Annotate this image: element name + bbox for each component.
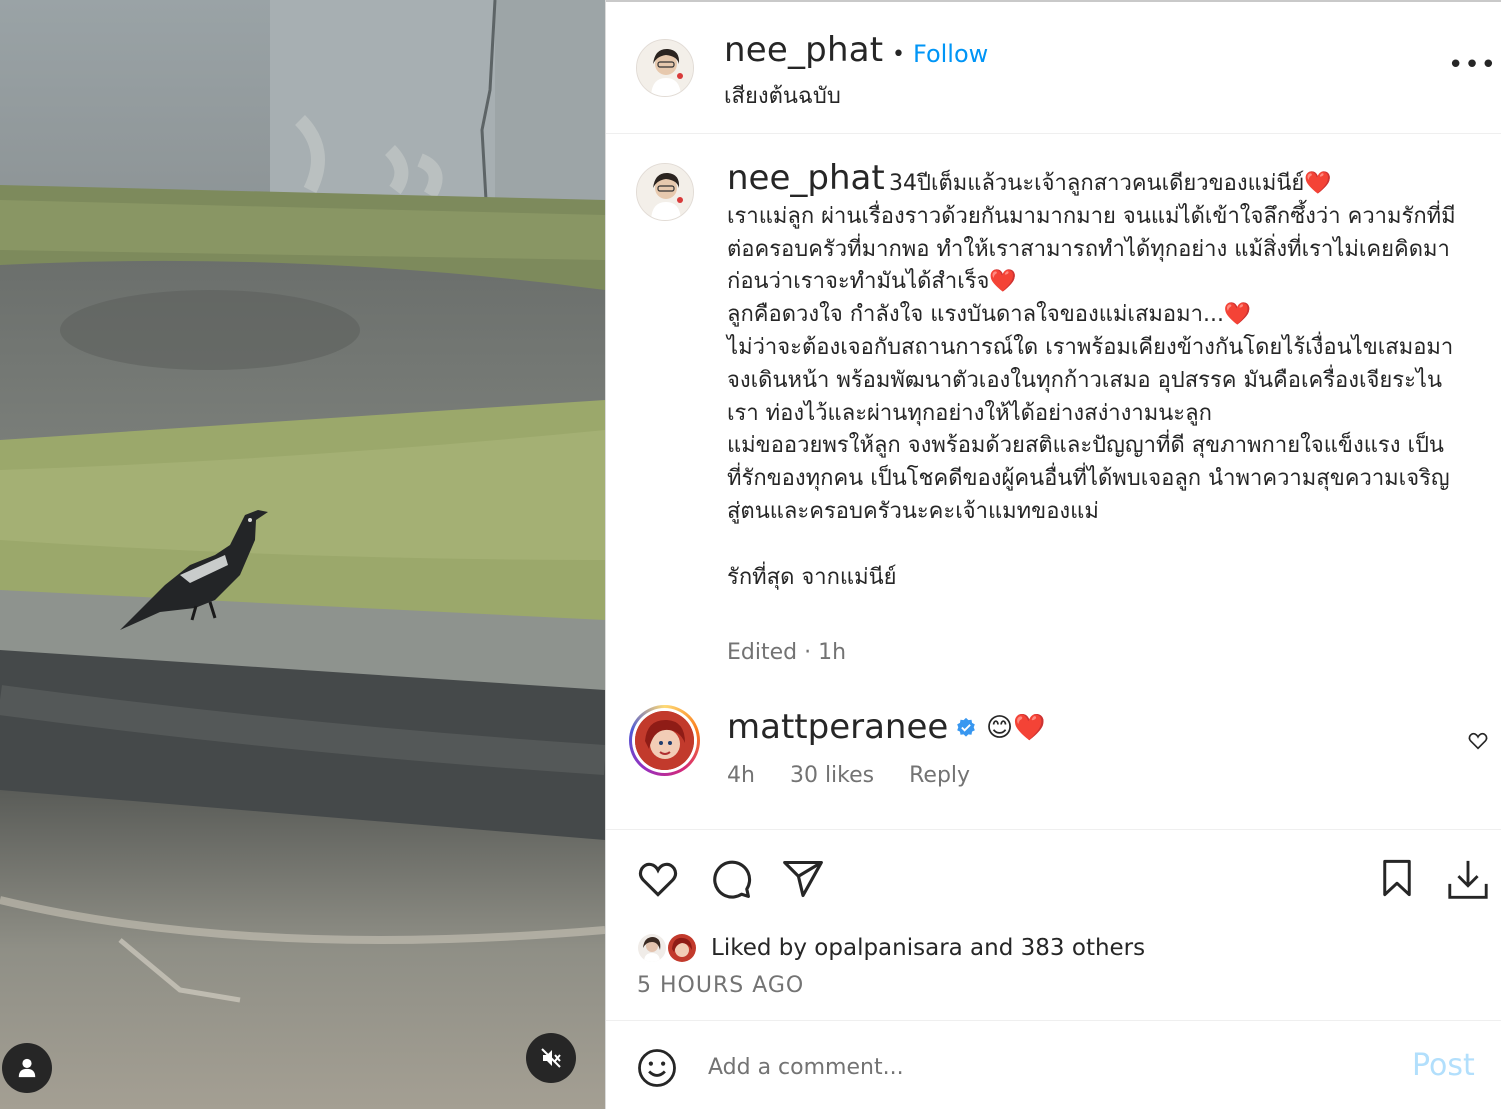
comment-likes[interactable]: 30 likes [790,763,874,788]
comment-text: 😊❤️ [986,713,1046,743]
author-avatar-image [637,40,693,96]
post-actions [606,831,1501,921]
likes-section: Liked by opalpanisara and 383 others 5 H… [606,921,1501,1021]
commenter-username[interactable]: mattperanee [727,707,948,747]
caption-avatar-image [637,164,693,220]
liked-by-middle: and [962,935,1021,961]
bookmark-icon[interactable] [1376,857,1418,899]
download-icon[interactable] [1445,857,1491,903]
video-frame [0,0,605,1109]
liker-avatar-2[interactable] [666,932,698,964]
heart-icon[interactable] [636,857,680,901]
share-icon[interactable] [781,857,825,901]
post-timestamp[interactable]: 5 HOURS AGO [637,973,804,998]
liked-by-text: Liked by opalpanisara and 383 others [711,935,1145,961]
comment-icon[interactable] [709,857,753,901]
post-media[interactable] [0,0,605,1109]
tagged-users-button[interactable] [2,1043,52,1093]
commenter-story-ring[interactable] [629,705,700,776]
commenter-avatar-image [635,711,694,770]
post-details-panel: nee_phat • Follow เสียงต้นฉบับ ••• nee_p… [605,0,1501,1109]
emoji-icon[interactable] [636,1047,678,1089]
liker-avatar-image-1 [638,934,666,962]
comment-reply-button[interactable]: Reply [909,763,970,788]
liker-avatar-image-2 [668,934,696,962]
user-tag-icon [18,1058,36,1078]
more-options-icon[interactable]: ••• [1448,50,1497,80]
caption-section: nee_phat 34ปีเต็มแล้วนะเจ้าลูกสาวคนเดียว… [606,135,1501,695]
caption-text: 34ปีเต็มแล้วนะเจ้าลูกสาวคนเดียวของแม่นีย… [727,168,1457,594]
post-comment-button[interactable]: Post [1412,1048,1475,1083]
liked-by-user[interactable]: opalpanisara [814,935,962,961]
mute-button[interactable] [526,1033,576,1083]
verified-badge-icon [957,717,975,737]
add-comment-bar: Post [606,1022,1501,1109]
audio-label[interactable]: เสียงต้นฉบับ [724,78,841,113]
author-avatar[interactable] [636,39,694,97]
comment-input[interactable] [708,1050,1388,1084]
separator-dot: • [892,42,905,67]
liked-by-prefix: Liked by [711,935,815,961]
caption-edited-time: Edited · 1h [727,640,847,665]
liker-avatar-1[interactable] [636,932,668,964]
mute-icon [541,1048,561,1068]
post-header: nee_phat • Follow เสียงต้นฉบับ ••• [606,2,1501,134]
caption-avatar[interactable] [636,163,694,221]
follow-button[interactable]: Follow [913,40,988,68]
commenter-avatar [635,711,694,770]
comment-meta: 4h 30 likes Reply [727,763,998,788]
comment-heart-icon[interactable] [1467,730,1489,752]
author-username[interactable]: nee_phat [724,30,883,70]
liked-by-others[interactable]: 383 others [1021,935,1145,961]
caption-body: 34ปีเต็มแล้วนะเจ้าลูกสาวคนเดียวของแม่นีย… [727,171,1456,590]
comment-time[interactable]: 4h [727,763,755,788]
comment-item: mattperanee 😊❤️ 4h 30 likes Reply [606,695,1501,830]
